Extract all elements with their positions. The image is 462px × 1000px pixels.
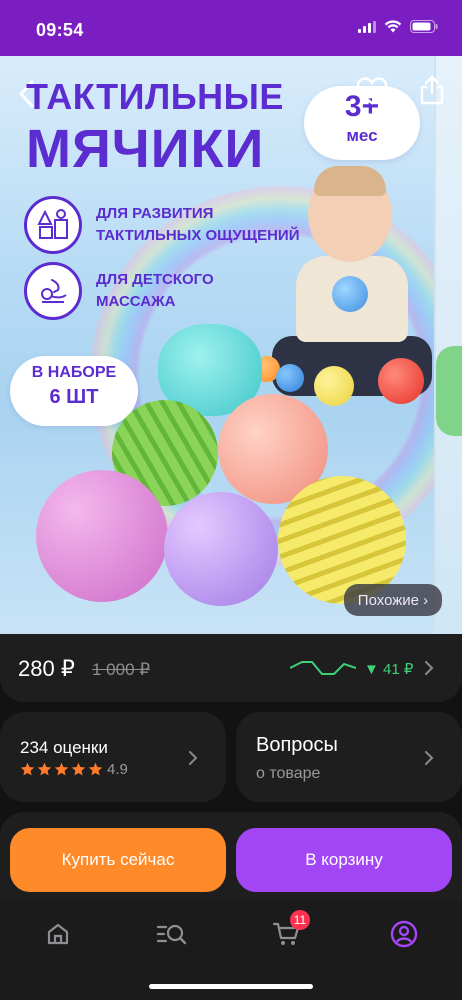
star-icon	[37, 762, 52, 776]
star-icon	[54, 762, 69, 776]
catalog-search-icon	[156, 924, 187, 945]
status-icons	[358, 20, 438, 33]
toy-blocks-icon	[24, 196, 82, 254]
tab-home[interactable]	[40, 916, 76, 952]
questions-title: Вопросы	[256, 734, 338, 756]
feature-2-line2: МАССАЖА	[96, 293, 176, 310]
old-price: 1 000 ₽	[92, 660, 151, 679]
rating-stars	[20, 762, 103, 776]
feature-1-line2: ТАКТИЛЬНЫХ ОЩУЩЕНИЙ	[96, 227, 300, 244]
heart-icon[interactable]	[356, 76, 388, 106]
signal-icon	[358, 20, 376, 33]
home-icon	[47, 923, 69, 945]
price-trend-icon	[290, 661, 356, 675]
feature-1-line1: ДЛЯ РАЗВИТИЯ	[96, 205, 214, 222]
star-icon	[88, 762, 103, 776]
chevron-right-icon	[189, 751, 198, 765]
wifi-icon	[384, 20, 402, 33]
rating-value: 4.9	[107, 761, 128, 778]
reviews-card[interactable]: 234 оценки 4.9	[0, 712, 226, 802]
feature-2-line1: ДЛЯ ДЕТСКОГО	[96, 271, 214, 288]
similar-button[interactable]: Похожие ›	[344, 584, 442, 616]
feature-massage: ДЛЯ ДЕТСКОГО МАССАЖА	[24, 262, 214, 320]
set-count-badge: В НАБОРЕ 6 ШТ	[10, 356, 138, 426]
image-title-line1: ТАКТИЛЬНЫЕ	[26, 76, 284, 117]
questions-subtitle: о товаре	[256, 765, 321, 782]
baby-massage-icon	[24, 262, 82, 320]
tab-profile[interactable]	[386, 916, 422, 952]
price-drop: ▼ 41 ₽	[364, 661, 414, 678]
price-card[interactable]: 280 ₽ 1 000 ₽ ▼ 41 ₽	[0, 634, 462, 702]
age-unit: мес	[346, 126, 378, 145]
small-ball-blue-star	[276, 364, 304, 392]
status-time: 09:54	[36, 20, 84, 40]
star-icon	[71, 762, 86, 776]
profile-icon	[390, 920, 418, 948]
feature-development: ДЛЯ РАЗВИТИЯ ТАКТИЛЬНЫХ ОЩУЩЕНИЙ	[24, 196, 300, 254]
battery-icon	[410, 20, 438, 33]
current-price: 280 ₽	[18, 656, 75, 681]
next-image-peek[interactable]	[434, 56, 462, 634]
ball-lilac-bumpy	[164, 492, 278, 606]
buy-now-button[interactable]: Купить сейчас	[10, 828, 226, 892]
home-indicator	[149, 984, 313, 989]
share-icon[interactable]	[418, 74, 446, 106]
cart-badge: 11	[290, 910, 310, 930]
status-bar: 09:54	[0, 0, 462, 56]
small-ball-red	[378, 358, 424, 404]
chevron-right-icon	[425, 751, 434, 765]
star-icon	[20, 762, 35, 776]
product-image[interactable]: ТАКТИЛЬНЫЕ МЯЧИКИ 3+ мес ДЛЯ РАЗВИТИЯ ТА…	[0, 56, 462, 634]
small-ball-yellow	[314, 366, 354, 406]
image-title-line2: МЯЧИКИ	[26, 119, 265, 179]
add-to-cart-button[interactable]: В корзину	[236, 828, 452, 892]
set-count-line1: В НАБОРЕ	[31, 364, 117, 381]
tab-catalog[interactable]	[154, 916, 190, 952]
ball-pink-bumpy	[36, 470, 168, 602]
chevron-right-icon	[425, 661, 434, 675]
small-ball-blue	[332, 276, 368, 312]
questions-card[interactable]: Вопросы о товаре	[236, 712, 462, 802]
set-count-line2: 6 ШТ	[49, 386, 99, 408]
review-count: 234 оценки	[20, 738, 108, 757]
